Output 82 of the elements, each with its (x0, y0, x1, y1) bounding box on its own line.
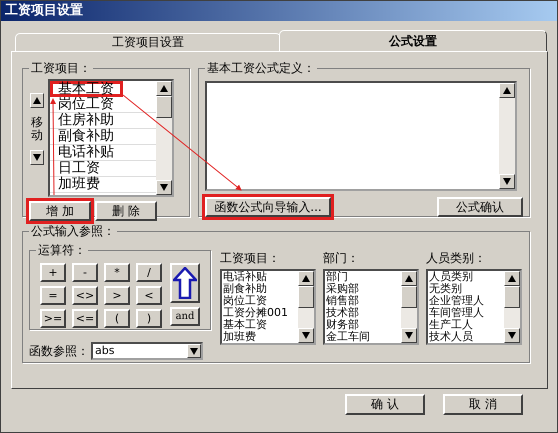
operator-button[interactable]: < (136, 286, 162, 305)
list-item[interactable]: 岗位工资 (222, 295, 298, 307)
list-item[interactable]: 工资分摊001 (222, 307, 298, 319)
scroll-thumb[interactable] (156, 96, 172, 118)
up-triangle-icon (405, 275, 413, 282)
scrollbar[interactable] (156, 81, 172, 195)
operator-button[interactable]: - (72, 263, 98, 282)
group-title: 公式输入参照： (30, 223, 116, 240)
operator-button[interactable]: <> (72, 286, 98, 305)
list-title: 工资项目： (220, 250, 281, 267)
list-item[interactable]: 基本工资 (50, 81, 123, 97)
down-triangle-icon (33, 154, 41, 162)
window-title: 工资项目设置 (5, 3, 83, 18)
up-arrow-icon (173, 267, 197, 299)
operator-button[interactable]: > (104, 286, 130, 305)
tab[interactable]: 工资项目设置 (15, 33, 281, 51)
operator-button[interactable]: ( (104, 309, 130, 328)
operator-button[interactable]: <= (72, 309, 98, 328)
function-dropdown[interactable]: abs (91, 342, 203, 360)
operator-button[interactable]: / (136, 263, 162, 282)
up-triangle-icon (503, 87, 511, 94)
operator-button[interactable]: * (104, 263, 130, 282)
list-item[interactable]: 采购部 (325, 283, 401, 295)
down-triangle-icon (503, 178, 511, 185)
operator-button[interactable]: and (170, 307, 200, 326)
wizard-button[interactable]: 函数公式向导输入... (205, 197, 331, 217)
up-triangle-icon (508, 275, 516, 282)
list-item[interactable]: 基本工资 (222, 319, 298, 331)
group-title: 基本工资公式定义： (206, 60, 316, 77)
formula-text-area[interactable] (205, 81, 517, 191)
down-triangle-icon (405, 332, 413, 339)
scroll-thumb[interactable] (504, 286, 520, 308)
up-triangle-icon (160, 85, 168, 92)
list-item[interactable]: 生产工人 (428, 319, 504, 331)
operator-button[interactable]: >= (40, 309, 66, 328)
list-item[interactable]: 企业管理人 (428, 295, 504, 307)
confirm-formula-button[interactable]: 公式确认 (437, 197, 523, 217)
tab[interactable]: 公式设置 (279, 30, 547, 51)
list-item[interactable]: 无类别 (428, 283, 504, 295)
down-triangle-icon (190, 348, 198, 354)
list-title: 部门： (323, 250, 360, 267)
list-item[interactable]: 技术部 (325, 307, 401, 319)
scrollbar[interactable] (504, 271, 520, 343)
list-item[interactable]: 部门 (325, 271, 401, 283)
scrollbar[interactable] (499, 83, 515, 189)
list-action-button[interactable]: 增 加 (29, 201, 91, 221)
list-item[interactable]: 副食补助 (222, 283, 298, 295)
list-action-button[interactable]: 删 除 (95, 201, 157, 221)
operator-button[interactable]: + (40, 263, 66, 282)
list-box[interactable]: 电话补贴 副食补助 岗位工资 工资分摊001 基本工资 加班费 (220, 269, 316, 345)
function-label: 函数参照： (29, 342, 89, 360)
list-item[interactable]: 金工车间 (325, 331, 401, 343)
list-item[interactable]: 车间管理人 (428, 307, 504, 319)
group-title: 运算符： (37, 242, 87, 259)
move-up-button[interactable] (30, 93, 44, 108)
scroll-thumb[interactable] (298, 286, 314, 308)
operator-button[interactable]: = (40, 286, 66, 305)
list-item[interactable]: 销售部 (325, 295, 401, 307)
group-title: 工资项目： (30, 60, 92, 77)
list-box[interactable]: 部门 采购部 销售部 技术部 财务部 金工车间 (323, 269, 419, 345)
scrollbar[interactable] (298, 271, 314, 343)
operator-button[interactable]: ) (136, 309, 162, 328)
scrollbar[interactable] (401, 271, 417, 343)
move-down-button[interactable] (30, 150, 44, 166)
list-box[interactable]: 基本工资 岗位工资 住房补助 副食补助 电话补贴 日工资 加班费 (48, 79, 174, 197)
list-item[interactable]: 财务部 (325, 319, 401, 331)
list-item[interactable]: 加班费 (222, 331, 298, 343)
dialog-button[interactable]: 确 认 (345, 394, 425, 415)
move-label: 移动 (31, 116, 43, 142)
list-box[interactable]: 人员类别 无类别 企业管理人 车间管理人 生产工人 技术人员 (426, 269, 522, 345)
insert-button[interactable] (170, 263, 200, 303)
dialog-button[interactable]: 取 消 (443, 394, 523, 415)
down-triangle-icon (508, 332, 516, 339)
up-triangle-icon (33, 97, 41, 104)
up-triangle-icon (302, 275, 310, 282)
down-triangle-icon (160, 184, 168, 191)
list-item[interactable]: 电话补贴 (222, 271, 298, 283)
list-title: 人员类别： (426, 250, 487, 267)
down-triangle-icon (302, 332, 310, 339)
list-item[interactable]: 人员类别 (428, 271, 504, 283)
scroll-thumb[interactable] (401, 286, 417, 308)
list-item[interactable]: 技术人员 (428, 331, 504, 343)
